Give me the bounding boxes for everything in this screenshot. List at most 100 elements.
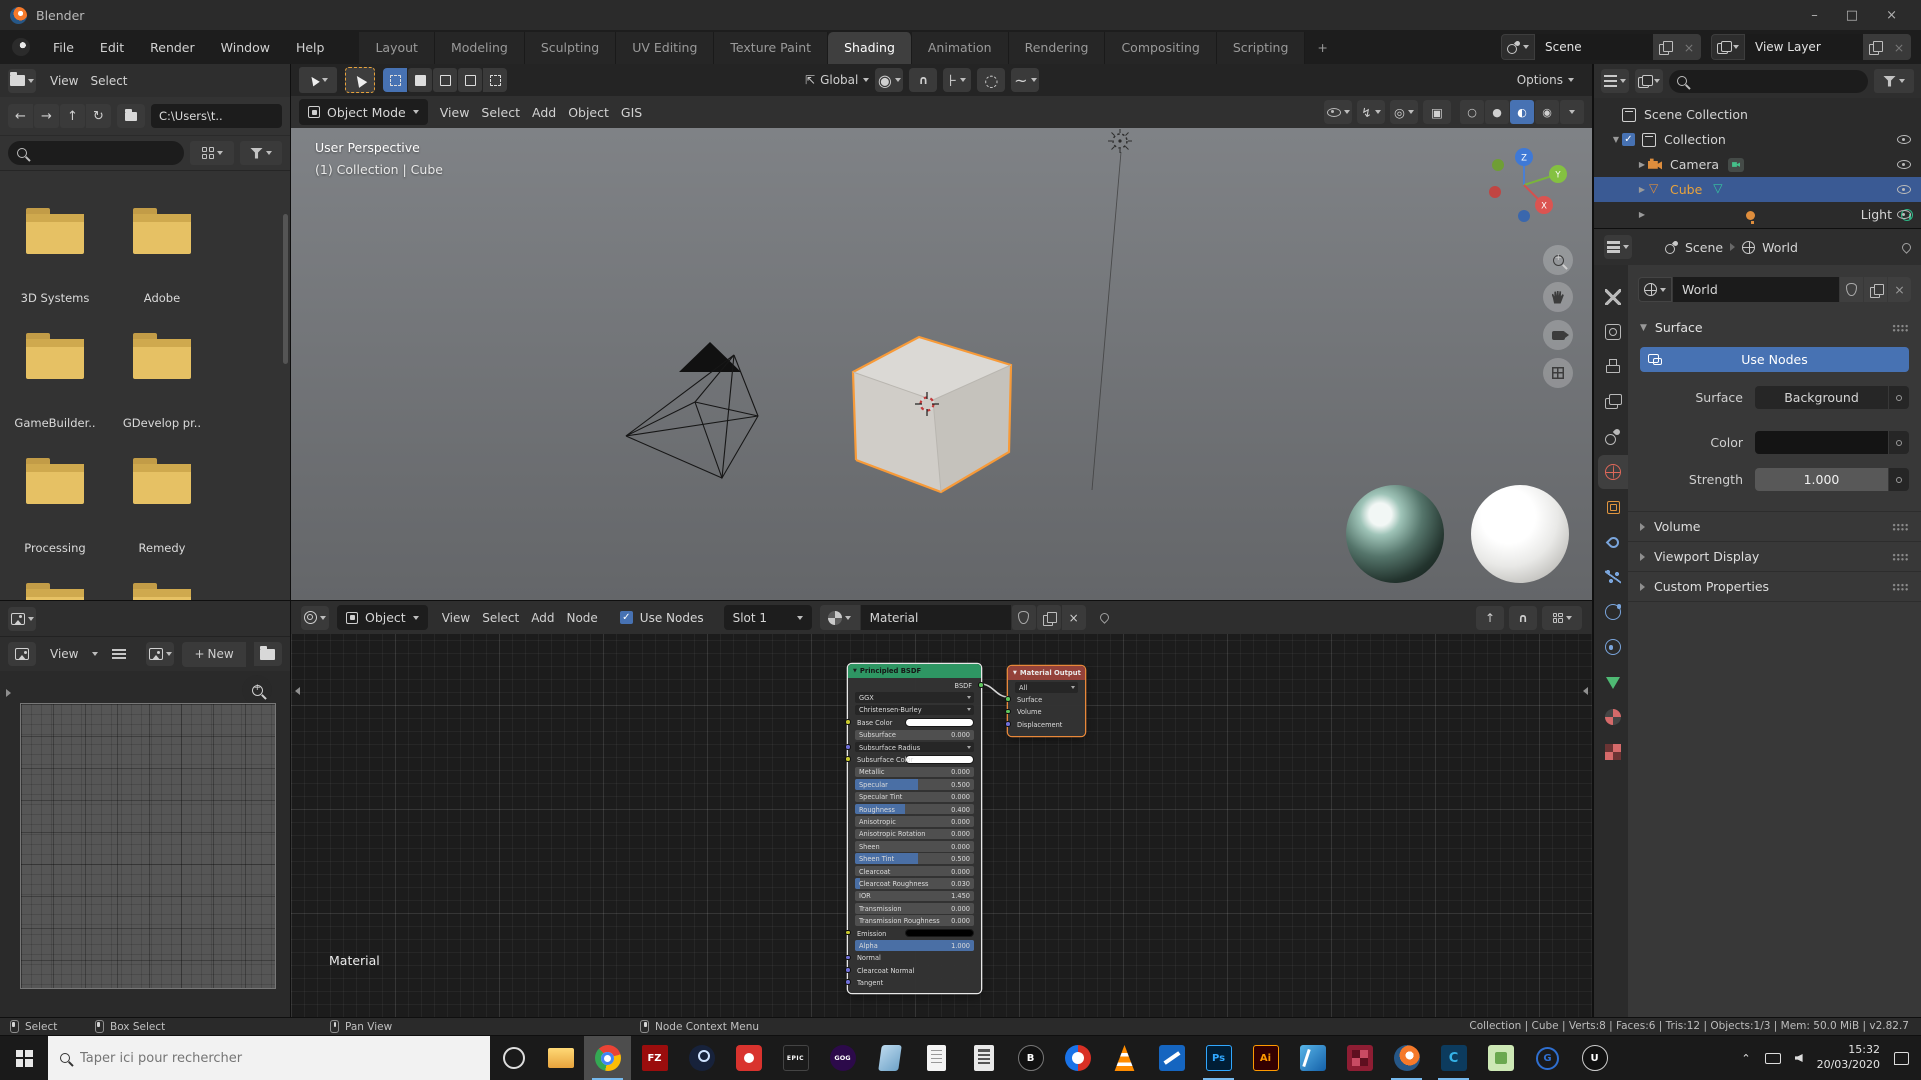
visibility-eye-icon[interactable] (1897, 210, 1911, 219)
color-swatch[interactable] (905, 755, 974, 764)
animate-dot-button[interactable] (1889, 468, 1909, 491)
collapse-node-icon[interactable]: ▼ (853, 668, 857, 674)
outliner-row[interactable]: ▶ ✓ Light (1594, 202, 1921, 227)
scene-name[interactable]: Scene (1535, 34, 1653, 60)
view-layer-selector[interactable]: View Layer × (1711, 34, 1911, 60)
delete-view-layer-button[interactable]: × (1887, 34, 1911, 60)
taskbar-app[interactable]: FZ (631, 1036, 678, 1080)
node-row[interactable]: Anisotropic 0.000 (855, 816, 974, 827)
material-name-field[interactable]: Material (861, 605, 1011, 630)
use-nodes-button[interactable]: Use Nodes (1640, 347, 1909, 372)
node-row[interactable]: Sheen 0.000 (855, 841, 974, 852)
cube-object[interactable] (853, 337, 1011, 492)
shader-type-dropdown[interactable]: Object (337, 605, 428, 630)
workspace-tab[interactable]: UV Editing (616, 32, 714, 64)
visibility-eye-icon[interactable] (1897, 135, 1911, 144)
node-row[interactable]: Anisotropic Rotation 0.000 (855, 829, 974, 840)
new-world-button[interactable] (1864, 277, 1887, 302)
node-row[interactable]: Subsurface Color (855, 754, 974, 765)
node-header[interactable]: ▼Principled BSDF (848, 664, 981, 678)
taskbar-app[interactable] (1101, 1036, 1148, 1080)
properties-tab[interactable] (1598, 280, 1628, 314)
maximize-button[interactable]: □ (1846, 8, 1858, 23)
visibility-eye-icon[interactable] (1897, 185, 1911, 194)
path-field[interactable]: C:\Users\t.. (151, 104, 282, 128)
sidebar-expand-icon[interactable] (6, 689, 11, 697)
forward-button[interactable]: → (34, 104, 59, 128)
editor-type-button[interactable] (1601, 69, 1629, 93)
node-row[interactable]: Volume (1015, 707, 1078, 718)
taskbar-app[interactable] (1054, 1036, 1101, 1080)
node-socket[interactable] (845, 967, 851, 973)
properties-tab[interactable] (1598, 630, 1628, 664)
minimize-button[interactable]: – (1811, 8, 1818, 23)
object-name[interactable]: Cube (1670, 182, 1702, 197)
node-socket[interactable] (845, 930, 851, 936)
zoom-view-button[interactable] (1543, 245, 1573, 275)
scene-selector[interactable]: Scene × (1501, 34, 1701, 60)
axis-neg-y-ball[interactable] (1492, 159, 1504, 171)
pin-icon[interactable] (1900, 241, 1913, 254)
camera-object[interactable] (626, 342, 758, 478)
speaker-icon[interactable] (1795, 1054, 1803, 1062)
slot-dropdown[interactable]: Slot 1 (724, 605, 812, 630)
node-row[interactable]: Roughness 0.400 (855, 804, 974, 815)
axis-neg-x-ball[interactable] (1489, 186, 1501, 198)
new-folder-button[interactable] (117, 104, 145, 128)
display-mode-button[interactable] (190, 141, 234, 165)
node-row[interactable]: Transmission 0.000 (855, 903, 974, 914)
node-row[interactable]: Subsurface 0.000 (855, 730, 974, 741)
filter-button[interactable] (240, 141, 282, 165)
object-name[interactable]: Camera (1670, 157, 1719, 172)
pan-view-button[interactable] (1543, 282, 1573, 312)
node-row[interactable]: All (1015, 682, 1078, 693)
breadcrumb-world[interactable]: World (1762, 240, 1798, 255)
taskbar-app[interactable]: U (1571, 1036, 1618, 1080)
taskbar-app[interactable]: GOG (819, 1036, 866, 1080)
view-layer-name[interactable]: View Layer (1745, 34, 1863, 60)
properties-tab[interactable] (1598, 735, 1628, 769)
color-swatch[interactable] (905, 929, 974, 938)
node-row[interactable]: Normal (855, 953, 974, 964)
node-row[interactable]: Displacement (1015, 719, 1078, 730)
workspace-tab[interactable]: Layout (359, 32, 435, 64)
node-row[interactable]: Metallic 0.000 (855, 767, 974, 778)
expand-icon[interactable]: ▼ (1610, 135, 1622, 144)
taskbar-app[interactable] (1383, 1036, 1430, 1080)
collapse-region-icon[interactable] (295, 687, 300, 695)
folder-item[interactable]: Remedy (133, 457, 240, 582)
new-scene-button[interactable] (1653, 34, 1677, 60)
outliner-row[interactable]: ▼ ✓ Collection (1594, 127, 1921, 152)
menu-item[interactable]: File (40, 40, 87, 55)
menu-item[interactable]: Node (560, 611, 603, 625)
node-row[interactable]: Christensen-Burley (855, 705, 974, 716)
add-workspace-button[interactable]: + (1305, 32, 1339, 63)
workspace-tab[interactable]: Compositing (1105, 32, 1216, 64)
clock[interactable]: 15:32 20/03/2020 (1817, 1043, 1880, 1073)
panel-grip-icon[interactable] (1892, 583, 1909, 591)
editor-type-button[interactable] (1604, 235, 1632, 259)
node-row[interactable]: Specular 0.500 (855, 779, 974, 790)
object-name[interactable]: Collection (1664, 132, 1726, 147)
node-socket[interactable] (1005, 709, 1011, 715)
taskbar-app[interactable] (584, 1036, 631, 1080)
folder-item[interactable] (26, 582, 133, 600)
properties-tab[interactable] (1598, 665, 1628, 699)
unlink-world-button[interactable]: × (1888, 277, 1911, 302)
node-socket[interactable] (845, 756, 851, 762)
taskbar-app[interactable] (537, 1036, 584, 1080)
properties-tab[interactable] (1598, 525, 1628, 559)
parent-node-tree-button[interactable]: ↑ (1476, 606, 1504, 630)
back-button[interactable]: ← (8, 104, 33, 128)
node-socket[interactable] (845, 955, 851, 961)
workspace-tab[interactable]: Scripting (1217, 32, 1306, 64)
panel-grip-icon[interactable] (1892, 553, 1909, 561)
new-image-button[interactable]: + New (182, 642, 245, 667)
editor-type-button[interactable] (8, 69, 36, 93)
visibility-eye-icon[interactable] (1897, 160, 1911, 169)
folder-item[interactable]: GDevelop pr.. (133, 332, 240, 457)
new-material-button[interactable] (1037, 605, 1061, 630)
node-socket[interactable] (1005, 721, 1011, 727)
camera-view-button[interactable] (1543, 320, 1573, 350)
properties-tab[interactable] (1598, 560, 1628, 594)
